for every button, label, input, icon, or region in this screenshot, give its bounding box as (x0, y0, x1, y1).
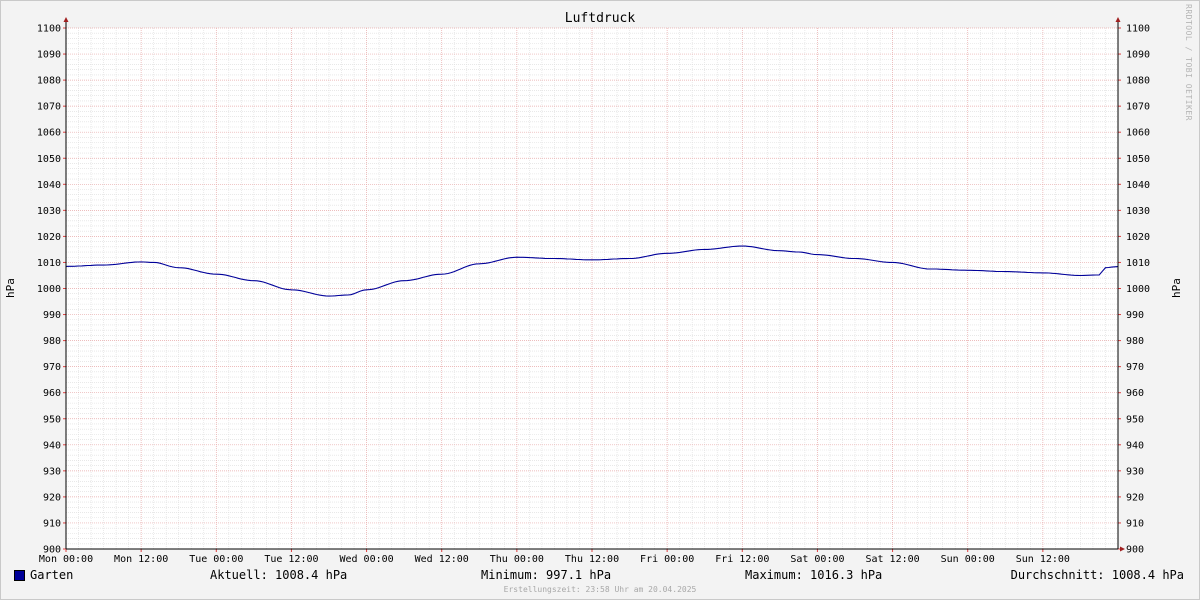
y-tick-label-right: 980 (1126, 336, 1144, 347)
y-tick-label: 1020 (37, 232, 61, 243)
y-tick-labels-right: 900 910 920 930 940 950 960 970 980 990 1000 1010 10… (1126, 24, 1150, 556)
x-tick-label: Sun 12:00 (1016, 554, 1070, 565)
y-tick-labels-left: 9009109209309409509609709809901000101010… (37, 24, 61, 556)
y-tick-label: 990 (43, 310, 61, 321)
x-tick-label: Mon 00:00 (39, 554, 93, 565)
y-tick-label-right: 1090 (1126, 50, 1150, 61)
x-axis-arrow (1120, 546, 1125, 552)
legend-maximum: Maximum: 1016.3 hPa (745, 568, 883, 582)
y-tick-label: 980 (43, 336, 61, 347)
y-tick-label-right: 1000 (1126, 284, 1150, 295)
legend-average: Durchschnitt: 1008.4 hPa (1010, 568, 1184, 582)
legend-minimum: Minimum: 997.1 hPa (481, 568, 612, 582)
y-tick-label-right: 1020 (1126, 232, 1150, 243)
y-tick-label: 940 (43, 440, 61, 451)
legend-current: Aktuell: 1008.4 hPa (210, 568, 348, 582)
x-tick-label: Fri 00:00 (640, 554, 694, 565)
y-tick-label: 1010 (37, 258, 61, 269)
y-tick-label: 930 (43, 466, 61, 477)
y-tick-label: 1080 (37, 76, 61, 87)
y-tick-label: 1090 (37, 50, 61, 61)
y-tick-label-right: 1010 (1126, 258, 1150, 269)
y-tick-label-right: 910 (1126, 518, 1144, 529)
y-tick-label-right: 1060 (1126, 128, 1150, 139)
y-tick-label: 1060 (37, 128, 61, 139)
y-tick-label-right: 1030 (1126, 206, 1150, 217)
y-tick-label-right: 900 (1126, 545, 1144, 556)
y-tick-label-right: 990 (1126, 310, 1144, 321)
pressure-chart: 900 910 920 930 940 950 960 970 980 990 1000 1010 10… (4, 17, 1183, 565)
y-tick-label: 1030 (37, 206, 61, 217)
y-tick-label: 970 (43, 362, 61, 373)
watermark: RRDTOOL / TOBI OETIKER (1184, 4, 1193, 121)
y-tick-label-right: 930 (1126, 466, 1144, 477)
y-tick-label-right: 1080 (1126, 76, 1150, 87)
x-tick-label: Tue 00:00 (189, 554, 243, 565)
footer-timestamp: Erstellungszeit: 23:58 Uhr am 20.04.2025 (503, 585, 697, 594)
y-tick-label-right: 1050 (1126, 154, 1150, 165)
y-tick-label-right: 950 (1126, 414, 1144, 425)
y-axis-label-right: hPa (1170, 278, 1183, 298)
y-tick-label: 1070 (37, 102, 61, 113)
y-tick-label: 1040 (37, 180, 61, 191)
x-tick-label: Sun 00:00 (941, 554, 995, 565)
x-tick-label: Sat 00:00 (790, 554, 844, 565)
x-tick-labels: Mon 00:00 Mon 12:00 Tue 00:00 Tue 12:00 Wed … (39, 554, 1070, 565)
y-tick-label-right: 970 (1126, 362, 1144, 373)
chart-title: Luftdruck (564, 11, 636, 26)
y-tick-label-right: 940 (1126, 440, 1144, 451)
y-tick-label: 920 (43, 492, 61, 503)
x-tick-label: Wed 00:00 (339, 554, 393, 565)
y-tick-label-right: 960 (1126, 388, 1144, 399)
y-tick-label-right: 920 (1126, 492, 1144, 503)
x-tick-label: Mon 12:00 (114, 554, 168, 565)
x-tick-label: Thu 12:00 (565, 554, 619, 565)
x-tick-label: Sat 12:00 (865, 554, 919, 565)
y-tick-label: 910 (43, 518, 61, 529)
y-tick-label-right: 1040 (1126, 180, 1150, 191)
x-tick-label: Fri 12:00 (715, 554, 769, 565)
legend-series-name: Garten (30, 568, 74, 582)
y-tick-label: 960 (43, 388, 61, 399)
legend-swatch (14, 570, 25, 581)
x-tick-label: Thu 00:00 (490, 554, 544, 565)
y-tick-label: 1050 (37, 154, 61, 165)
y-axis-label-left: hPa (4, 278, 17, 298)
y-tick-label: 1000 (37, 284, 61, 295)
x-tick-label: Tue 12:00 (264, 554, 318, 565)
x-tick-label: Wed 12:00 (415, 554, 469, 565)
y-tick-label-right: 1070 (1126, 102, 1150, 113)
y-tick-label: 950 (43, 414, 61, 425)
